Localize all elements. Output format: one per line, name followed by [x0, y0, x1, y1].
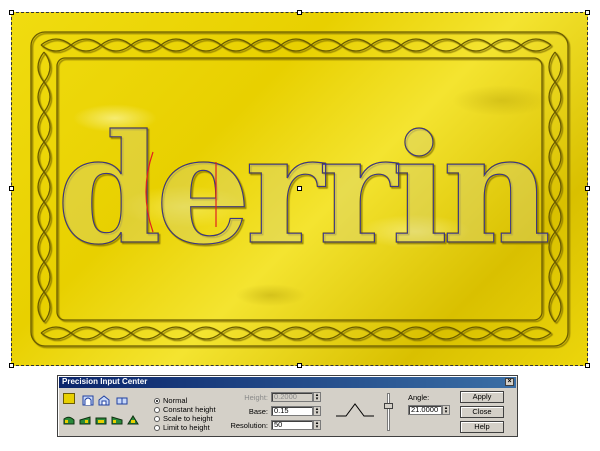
arch-icon[interactable]: [82, 393, 94, 406]
ramp-icon-2[interactable]: [79, 412, 91, 425]
double-rect-icon[interactable]: [116, 393, 128, 405]
selection-handle-bl[interactable]: [9, 363, 14, 368]
dialog-title: Precision Input Center: [62, 377, 148, 386]
ramp-icon-3[interactable]: [95, 412, 107, 425]
svg-text:derrin: derrin: [57, 102, 548, 278]
selection-handle-bc[interactable]: [297, 363, 302, 368]
selection-handle-mr[interactable]: [585, 186, 590, 191]
radio-limit-to-height[interactable]: Limit to height: [154, 423, 210, 432]
selection-handle-ml[interactable]: [9, 186, 14, 191]
height-label: Height:: [244, 393, 268, 402]
base-spinner[interactable]: ▴ ▾: [313, 406, 321, 416]
resolution-label: Resolution:: [230, 421, 268, 430]
selection-center-marker[interactable]: [297, 186, 302, 191]
apply-button[interactable]: Apply: [460, 391, 504, 403]
profile-slider-thumb[interactable]: [384, 403, 393, 409]
angle-input[interactable]: 21.0000: [408, 405, 442, 415]
radio-dot: [154, 407, 160, 413]
selection-handle-br[interactable]: [585, 363, 590, 368]
radio-dot: [154, 425, 160, 431]
color-swatch-icon[interactable]: [63, 393, 75, 404]
help-button[interactable]: Help: [460, 421, 504, 433]
dialog-titlebar[interactable]: Precision Input Center ×: [59, 377, 516, 388]
profile-preview-icon: [336, 403, 374, 417]
ramp-icon-5[interactable]: [127, 412, 139, 425]
resolution-input[interactable]: 50: [271, 420, 313, 430]
base-label: Base:: [248, 407, 268, 416]
angle-spinner[interactable]: ▴ ▾: [442, 405, 450, 415]
selection-handle-tc[interactable]: [297, 10, 302, 15]
angle-label: Angle:: [408, 393, 430, 402]
radio-dot: [154, 416, 160, 422]
selection-handle-tl[interactable]: [9, 10, 14, 15]
precision-input-dialog: Precision Input Center × Normal Constant…: [57, 375, 518, 437]
resolution-spinner[interactable]: ▴ ▾: [313, 420, 321, 430]
house-icon[interactable]: [98, 393, 110, 406]
height-spinner: ▴ ▾: [313, 392, 321, 402]
selection-handle-tr[interactable]: [585, 10, 590, 15]
radio-constant-height[interactable]: Constant height: [154, 405, 216, 414]
ramp-icon-4[interactable]: [111, 412, 123, 425]
profile-slider-track[interactable]: [387, 393, 390, 431]
radio-normal[interactable]: Normal: [154, 396, 187, 405]
ramp-icon-1[interactable]: [63, 412, 75, 425]
height-input: 0.2000: [271, 392, 313, 402]
base-input[interactable]: 0.15: [271, 406, 313, 416]
radio-dot: [154, 398, 160, 404]
relief-lettering: derrin derrin: [56, 101, 555, 278]
close-button[interactable]: Close: [460, 406, 504, 418]
dialog-close-icon[interactable]: ×: [505, 378, 514, 386]
radio-scale-to-height[interactable]: Scale to height: [154, 414, 213, 423]
